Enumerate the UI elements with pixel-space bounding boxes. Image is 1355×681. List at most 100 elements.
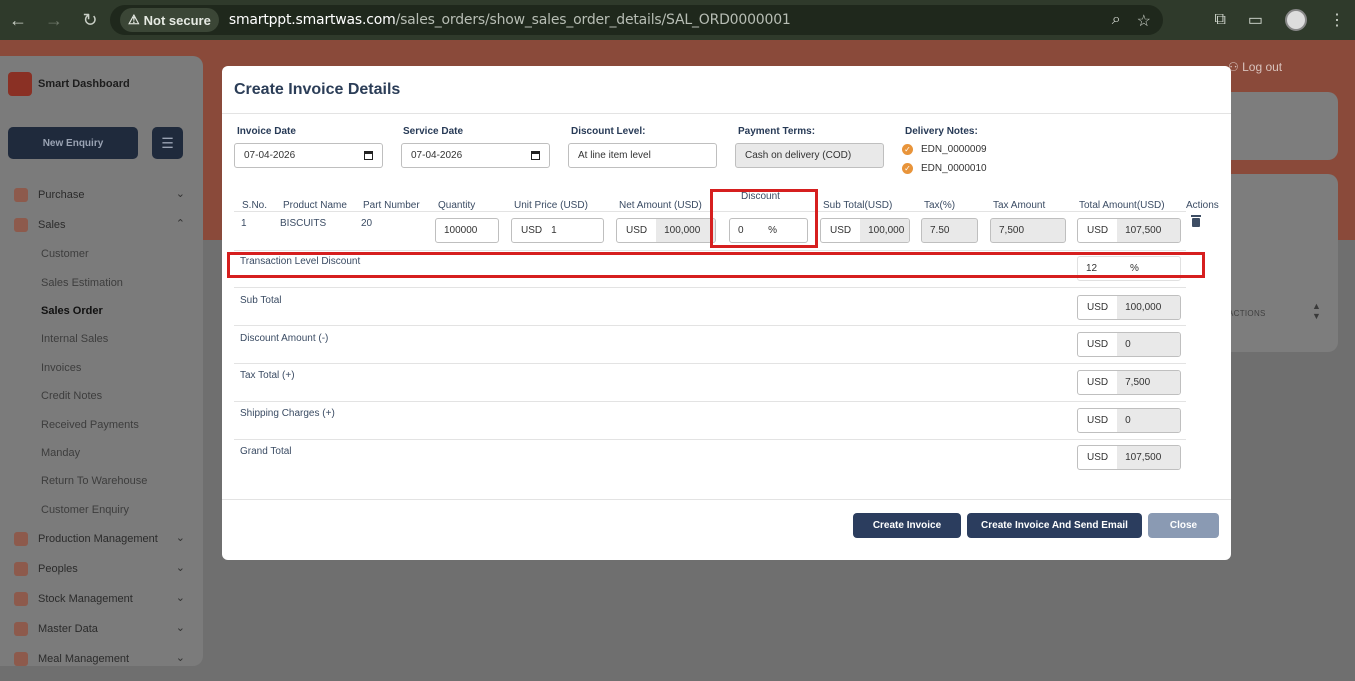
sidebar-subitem-sales-order[interactable]: Sales Order <box>0 297 203 325</box>
people-icon <box>14 561 28 576</box>
logout-link[interactable]: ⚇ Log out <box>1228 60 1282 74</box>
chevron-down-icon: ⌄ <box>175 531 185 544</box>
calendar-icon[interactable] <box>531 151 540 160</box>
service-date-field[interactable]: 07-04-2026 <box>401 143 550 168</box>
sort-icon[interactable]: ▲ ▼ <box>1312 301 1321 321</box>
cast-icon[interactable]: ▭ <box>1248 10 1263 30</box>
production-icon <box>14 531 28 546</box>
currency-label: USD <box>1087 415 1109 426</box>
discount-amount-field: USD 0 <box>1077 332 1181 357</box>
payment-terms-field: Cash on delivery (COD) <box>735 143 884 168</box>
col-total-amount: Total Amount(USD) <box>1079 200 1165 211</box>
url-text[interactable]: smartppt.smartwas.com/sales_orders/show_… <box>229 12 791 28</box>
sidebar-subitem-invoices[interactable]: Invoices <box>0 354 203 382</box>
row-product-name: BISCUITS <box>280 218 327 229</box>
divider <box>234 363 1186 364</box>
sidebar-subitem-customer-enquiry[interactable]: Customer Enquiry <box>0 496 203 524</box>
currency-label: USD <box>830 225 852 236</box>
reload-icon[interactable]: ↻ <box>72 10 108 31</box>
master-data-icon <box>14 621 28 636</box>
sidebar-subitem-return-to-warehouse[interactable]: Return To Warehouse <box>0 467 203 495</box>
chevron-down-icon: ⌄ <box>175 561 185 574</box>
divider <box>222 499 1231 500</box>
zoom-icon[interactable]: ⌕ <box>1112 11 1121 31</box>
discount-level-field[interactable]: At line item level <box>568 143 717 168</box>
brand-name: Smart Dashboard <box>38 78 130 90</box>
menu-toggle-icon[interactable]: ☰ <box>152 127 183 159</box>
bookmark-star-icon[interactable]: ☆ <box>1137 11 1151 31</box>
invoice-date-field[interactable]: 07-04-2026 <box>234 143 383 168</box>
brand[interactable]: Smart Dashboard <box>8 72 130 96</box>
summary-sub-total-value: 100,000 <box>1117 296 1180 319</box>
shipping-input[interactable]: USD 0 <box>1077 408 1181 433</box>
col-tax-amount: Tax Amount <box>993 200 1046 211</box>
sidebar-item-production-management[interactable]: Production Management ⌄ <box>0 524 203 554</box>
shipping-value: 0 <box>1117 409 1180 432</box>
sidebar-subitem-customer[interactable]: Customer <box>0 240 203 268</box>
forward-icon[interactable]: → <box>36 10 72 31</box>
quantity-value: 100000 <box>444 225 478 236</box>
url-path: /sales_orders/show_sales_order_details/S… <box>395 12 791 28</box>
create-invoice-send-email-button[interactable]: Create Invoice And Send Email <box>967 513 1142 538</box>
grand-total-field: USD 107,500 <box>1077 445 1181 470</box>
sidebar-menu: Purchase ⌄ Sales ⌃ Customer Sales Estimati… <box>0 180 203 674</box>
create-invoice-modal: Create Invoice Details Invoice Date 07-0… <box>222 66 1231 560</box>
browser-toolbar: ← → ↻ ⚠ Not secure smartppt.smartwas.com… <box>0 0 1355 40</box>
sidebar-item-label: Production Management <box>38 532 158 545</box>
extensions-icon[interactable]: ⧉ <box>1214 11 1225 29</box>
chevron-down-icon: ⌄ <box>175 188 185 200</box>
service-date-label: Service Date <box>403 126 464 137</box>
currency-label: USD <box>1087 339 1109 350</box>
row-part-number: 20 <box>361 218 373 229</box>
address-bar[interactable]: ⚠ Not secure smartppt.smartwas.com/sales… <box>110 5 1163 35</box>
profile-avatar[interactable] <box>1285 9 1307 31</box>
sidebar-item-label: Peoples <box>38 562 78 575</box>
calendar-icon[interactable] <box>364 151 373 160</box>
currency-label: USD <box>1087 452 1109 463</box>
net-amount-field: USD 100,000 <box>616 218 716 243</box>
sidebar-item-peoples[interactable]: Peoples ⌄ <box>0 554 203 584</box>
divider <box>234 250 1186 251</box>
sales-icon <box>14 218 28 232</box>
divider <box>234 325 1186 326</box>
unit-price-input[interactable]: USD 1 <box>511 218 604 243</box>
shipping-label: Shipping Charges (+) <box>240 408 335 419</box>
background-actions-header: ACTIONS <box>1228 309 1266 318</box>
col-unit-price: Unit Price (USD) <box>514 200 588 211</box>
checkbox-checked-icon[interactable]: ✓ <box>902 144 913 155</box>
create-invoice-button[interactable]: Create Invoice <box>853 513 961 538</box>
not-secure-badge[interactable]: ⚠ Not secure <box>120 8 219 32</box>
sidebar: Smart Dashboard New Enquiry ☰ Purchase ⌄ … <box>0 56 203 666</box>
sidebar-subitem-credit-notes[interactable]: Credit Notes <box>0 382 203 410</box>
sidebar-item-meal-management[interactable]: Meal Management ⌄ <box>0 644 203 674</box>
delivery-note-item[interactable]: ✓ EDN_0000009 <box>902 144 987 155</box>
checkbox-checked-icon[interactable]: ✓ <box>902 163 913 174</box>
col-net-amount: Net Amount (USD) <box>619 200 702 211</box>
sidebar-subitem-sales-estimation[interactable]: Sales Estimation <box>0 268 203 296</box>
url-host: smartppt.smartwas.com <box>228 12 396 28</box>
sidebar-subitem-internal-sales[interactable]: Internal Sales <box>0 325 203 353</box>
tax-total-field: USD 7,500 <box>1077 370 1181 395</box>
delivery-note-item[interactable]: ✓ EDN_0000010 <box>902 163 987 174</box>
currency-label: USD <box>1087 302 1109 313</box>
close-button[interactable]: Close <box>1148 513 1219 538</box>
invoice-date-label: Invoice Date <box>237 126 296 137</box>
col-quantity: Quantity <box>438 200 476 211</box>
sidebar-item-purchase[interactable]: Purchase ⌄ <box>0 180 203 210</box>
txn-discount-highlight-box <box>227 252 1205 278</box>
quantity-input[interactable]: 100000 <box>435 218 499 243</box>
tax-field: 7.50 <box>921 218 978 243</box>
sidebar-item-master-data[interactable]: Master Data ⌄ <box>0 614 203 644</box>
sidebar-subitem-received-payments[interactable]: Received Payments <box>0 410 203 438</box>
background-card <box>1220 92 1338 160</box>
sub-total-label: Sub Total <box>240 295 282 306</box>
back-icon[interactable]: ← <box>0 10 36 31</box>
col-actions: Actions <box>1186 200 1219 211</box>
new-enquiry-button[interactable]: New Enquiry <box>8 127 138 159</box>
service-date-value: 07-04-2026 <box>411 150 463 161</box>
trash-icon[interactable] <box>1191 215 1201 227</box>
sidebar-item-stock-management[interactable]: Stock Management ⌄ <box>0 584 203 614</box>
browser-menu-icon[interactable]: ⋮ <box>1329 10 1345 30</box>
sidebar-item-sales[interactable]: Sales ⌃ <box>0 210 203 240</box>
sidebar-subitem-manday[interactable]: Manday <box>0 439 203 467</box>
